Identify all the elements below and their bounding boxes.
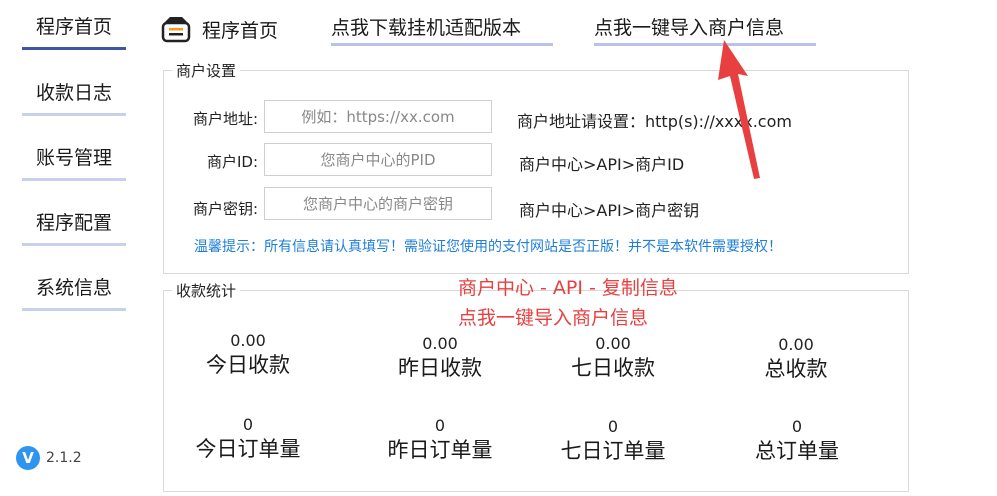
stat-label: 今日订单量 bbox=[195, 437, 301, 461]
stat-label: 总订单量 bbox=[755, 439, 839, 463]
merchant-key-input[interactable] bbox=[264, 187, 492, 220]
merchant-id-hint: 商户中心>API>商户ID bbox=[519, 155, 685, 174]
stat-value: 0 bbox=[607, 417, 619, 436]
merchant-address-input[interactable] bbox=[264, 100, 492, 133]
annotation-arrow-icon bbox=[718, 40, 760, 179]
stat-value: 0 bbox=[434, 416, 446, 435]
stat-label: 总收款 bbox=[764, 357, 828, 381]
stat-total-orders: 0 总订单量 bbox=[727, 417, 867, 465]
merchant-address-label: 商户地址: bbox=[192, 110, 258, 128]
version-info: V 2.1.2 bbox=[16, 444, 82, 472]
stat-label: 昨日订单量 bbox=[387, 438, 493, 462]
stat-value: 0.00 bbox=[778, 335, 814, 354]
stat-seven-day-orders: 0 七日订单量 bbox=[543, 417, 683, 465]
merchant-key-label: 商户密钥: bbox=[192, 200, 258, 218]
home-menu-icon bbox=[161, 17, 191, 43]
merchant-id-input[interactable] bbox=[264, 143, 492, 176]
stat-value: 0.00 bbox=[230, 331, 266, 350]
sidebar-item-account-management[interactable]: 账号管理 bbox=[22, 143, 126, 181]
page-header: 程序首页 bbox=[160, 14, 278, 44]
sidebar-item-system-info[interactable]: 系统信息 bbox=[22, 273, 126, 311]
sidebar-item-program-config[interactable]: 程序配置 bbox=[22, 208, 126, 246]
warm-tip-text: 温馨提示：所有信息请认真填写！需验证您使用的支付网站是否正版！并不是本软件需要授… bbox=[194, 239, 782, 255]
stat-value: 0 bbox=[242, 415, 254, 434]
stat-label: 七日订单量 bbox=[560, 439, 666, 463]
stat-yesterday-amount: 0.00 昨日收款 bbox=[377, 334, 503, 382]
sidebar-item-home[interactable]: 程序首页 bbox=[22, 12, 126, 50]
stat-seven-day-amount: 0.00 七日收款 bbox=[550, 334, 676, 382]
stat-label: 昨日收款 bbox=[398, 356, 482, 380]
download-version-link[interactable]: 点我下载挂机适配版本 bbox=[331, 14, 553, 46]
sidebar: 程序首页 收款日志 账号管理 程序配置 系统信息 V 2.1.2 bbox=[0, 0, 145, 496]
merchant-settings-title: 商户设置 bbox=[172, 60, 241, 81]
annotation-line-2: 点我一键导入商户信息 bbox=[458, 307, 649, 329]
payment-stats-title: 收款统计 bbox=[172, 280, 241, 301]
stat-today-orders: 0 今日订单量 bbox=[185, 415, 311, 463]
page-title: 程序首页 bbox=[202, 19, 279, 42]
stat-value: 0.00 bbox=[422, 334, 458, 353]
stat-value: 0 bbox=[791, 417, 803, 436]
sidebar-item-payment-log[interactable]: 收款日志 bbox=[22, 78, 126, 116]
stat-label: 七日收款 bbox=[571, 356, 655, 380]
merchant-id-label: 商户ID: bbox=[206, 153, 258, 171]
version-v-icon: V bbox=[16, 446, 40, 470]
stat-today-amount: 0.00 今日收款 bbox=[185, 331, 311, 379]
stat-label: 今日收款 bbox=[206, 353, 290, 377]
version-number: 2.1.2 bbox=[46, 450, 82, 466]
merchant-key-hint: 商户中心>API>商户密钥 bbox=[519, 201, 700, 220]
annotation-line-1: 商户中心 - API - 复制信息 bbox=[458, 277, 678, 299]
stat-yesterday-orders: 0 昨日订单量 bbox=[370, 416, 510, 464]
stat-total-amount: 0.00 总收款 bbox=[733, 335, 859, 383]
stat-value: 0.00 bbox=[595, 334, 631, 353]
